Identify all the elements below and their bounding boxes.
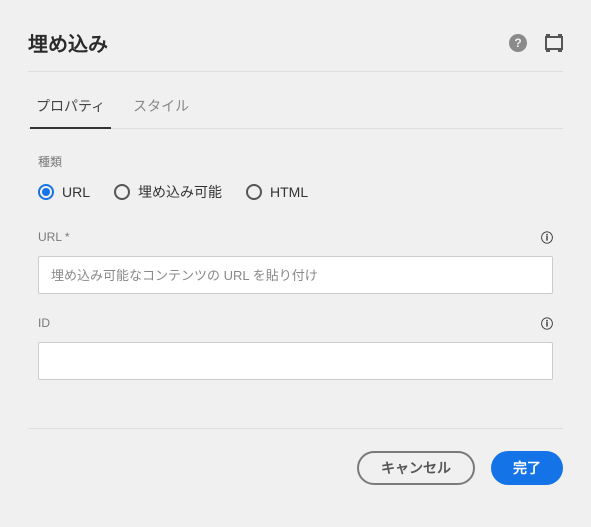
radio-icon <box>38 184 54 200</box>
fullscreen-icon[interactable] <box>545 34 563 52</box>
url-label: URL * <box>38 230 70 244</box>
tab-label: スタイル <box>133 98 189 114</box>
dialog-footer: キャンセル 完了 <box>28 428 563 485</box>
radio-label: URL <box>62 184 90 200</box>
tab-label: プロパティ <box>36 98 105 114</box>
radio-embeddable[interactable]: 埋め込み可能 <box>114 182 222 202</box>
header-icons: ? <box>509 34 563 52</box>
dialog-title: 埋め込み <box>28 28 108 57</box>
radio-icon <box>114 184 130 200</box>
type-radio-group: URL 埋め込み可能 HTML <box>38 182 553 202</box>
type-field: 種類 URL 埋め込み可能 HTML <box>38 153 553 202</box>
tab-properties[interactable]: プロパティ <box>36 96 105 128</box>
url-input[interactable] <box>38 256 553 294</box>
info-icon[interactable]: ⓘ <box>541 317 553 329</box>
done-button[interactable]: 完了 <box>491 451 563 485</box>
url-field-block: URL * ⓘ <box>38 230 553 294</box>
id-label: ID <box>38 316 50 330</box>
form-section: 種類 URL 埋め込み可能 HTML URL * ⓘ ID ⓘ <box>28 129 563 380</box>
button-label: キャンセル <box>381 458 451 478</box>
cancel-button[interactable]: キャンセル <box>357 451 475 485</box>
tabs: プロパティ スタイル <box>28 80 563 129</box>
id-field-block: ID ⓘ <box>38 316 553 380</box>
help-icon[interactable]: ? <box>509 34 527 52</box>
radio-url[interactable]: URL <box>38 184 90 200</box>
type-label: 種類 <box>38 153 553 170</box>
tab-styles[interactable]: スタイル <box>133 96 189 128</box>
dialog-header: 埋め込み ? <box>28 28 563 72</box>
radio-icon <box>246 184 262 200</box>
id-input[interactable] <box>38 342 553 380</box>
info-icon[interactable]: ⓘ <box>541 231 553 243</box>
radio-html[interactable]: HTML <box>246 184 308 200</box>
radio-label: 埋め込み可能 <box>138 182 222 202</box>
button-label: 完了 <box>513 458 541 478</box>
radio-label: HTML <box>270 184 308 200</box>
